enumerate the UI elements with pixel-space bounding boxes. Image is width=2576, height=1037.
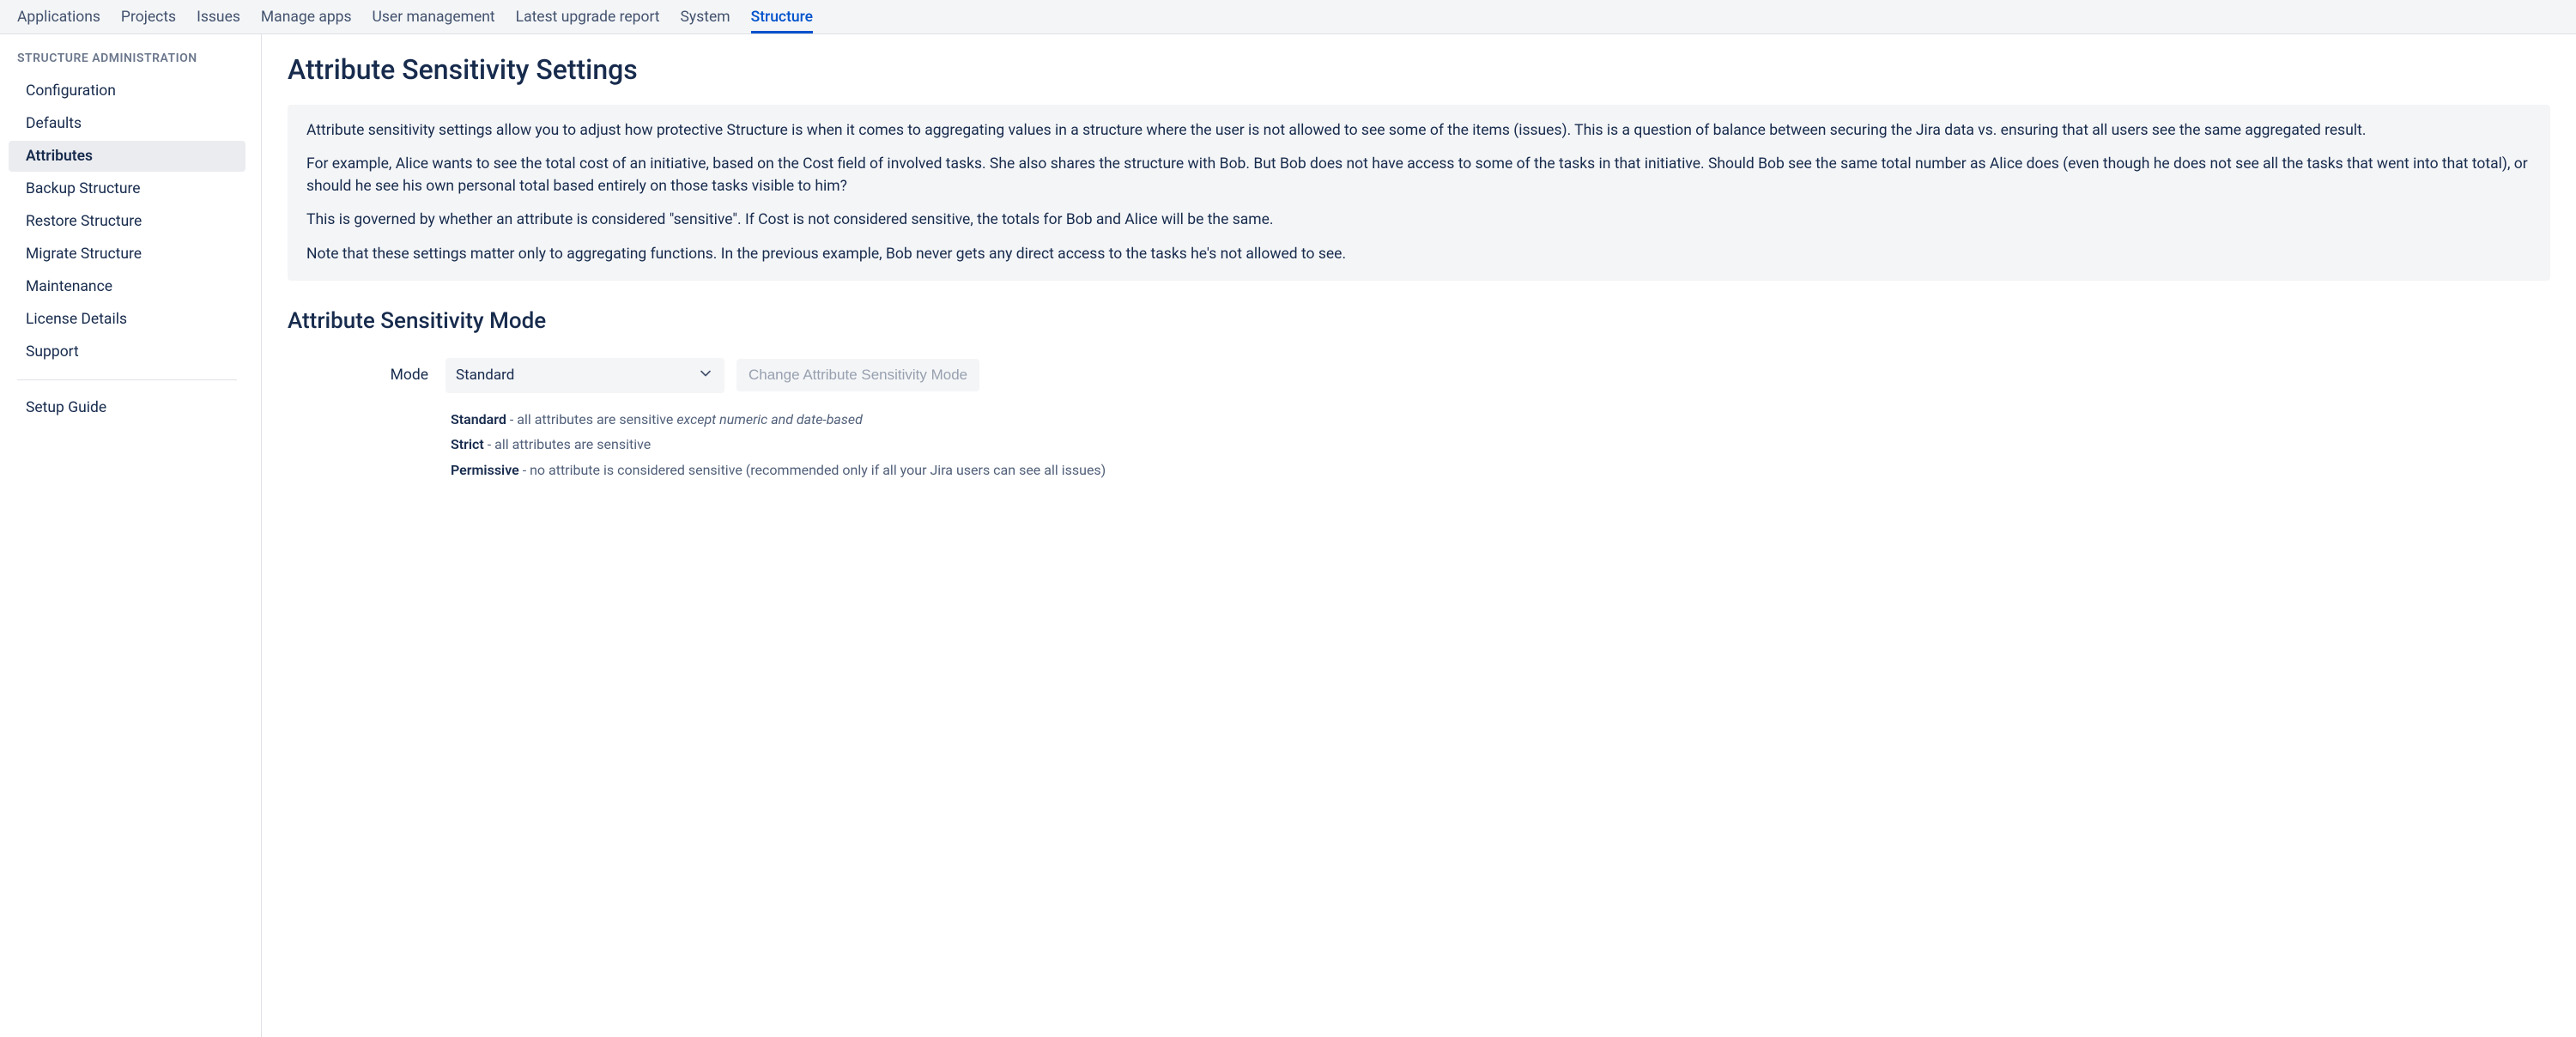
nav-manage-apps[interactable]: Manage apps (261, 2, 352, 33)
sidebar-item-attributes[interactable]: Attributes (9, 141, 245, 172)
sidebar-item-configuration[interactable]: Configuration (9, 76, 245, 106)
mode-label: Mode (288, 367, 433, 384)
sidebar-item-restore-structure[interactable]: Restore Structure (9, 206, 245, 237)
sidebar-item-migrate-structure[interactable]: Migrate Structure (9, 239, 245, 270)
nav-issues[interactable]: Issues (197, 2, 240, 33)
nav-structure[interactable]: Structure (751, 2, 813, 33)
mode-desc-standard: Standard - all attributes are sensitive … (451, 409, 2550, 431)
mode-selected-value: Standard (456, 367, 514, 384)
sidebar-item-setup-guide[interactable]: Setup Guide (9, 392, 245, 423)
sidebar-item-backup-structure[interactable]: Backup Structure (9, 173, 245, 204)
nav-system[interactable]: System (681, 2, 730, 33)
mode-select[interactable]: Standard (445, 358, 724, 393)
section-title: Attribute Sensitivity Mode (288, 308, 2550, 334)
sidebar-divider (17, 379, 237, 380)
main-content: Attribute Sensitivity Settings Attribute… (262, 34, 2576, 1037)
nav-user-management[interactable]: User management (373, 2, 495, 33)
nav-projects[interactable]: Projects (121, 2, 176, 33)
mode-desc-permissive: Permissive - no attribute is considered … (451, 459, 2550, 482)
sidebar-item-defaults[interactable]: Defaults (9, 108, 245, 139)
info-paragraph: For example, Alice wants to see the tota… (306, 154, 2531, 197)
chevron-down-icon (697, 365, 714, 386)
page-title: Attribute Sensitivity Settings (288, 53, 2550, 86)
nav-applications[interactable]: Applications (17, 2, 100, 33)
mode-desc-strict: Strict - all attributes are sensitive (451, 434, 2550, 456)
mode-descriptions: Standard - all attributes are sensitive … (451, 409, 2550, 482)
sidebar: STRUCTURE ADMINISTRATION Configuration D… (0, 34, 262, 1037)
sidebar-item-maintenance[interactable]: Maintenance (9, 271, 245, 302)
sidebar-heading: STRUCTURE ADMINISTRATION (0, 52, 254, 76)
sidebar-item-license-details[interactable]: License Details (9, 304, 245, 335)
sidebar-item-support[interactable]: Support (9, 337, 245, 367)
info-paragraph: Attribute sensitivity settings allow you… (306, 120, 2531, 142)
info-box: Attribute sensitivity settings allow you… (288, 105, 2550, 281)
info-paragraph: Note that these settings matter only to … (306, 244, 2531, 265)
nav-latest-upgrade-report[interactable]: Latest upgrade report (516, 2, 660, 33)
mode-form-row: Mode Standard Change Attribute Sensitivi… (288, 358, 2550, 393)
info-paragraph: This is governed by whether an attribute… (306, 209, 2531, 231)
change-mode-button[interactable]: Change Attribute Sensitivity Mode (736, 359, 979, 391)
top-nav: Applications Projects Issues Manage apps… (0, 0, 2576, 34)
